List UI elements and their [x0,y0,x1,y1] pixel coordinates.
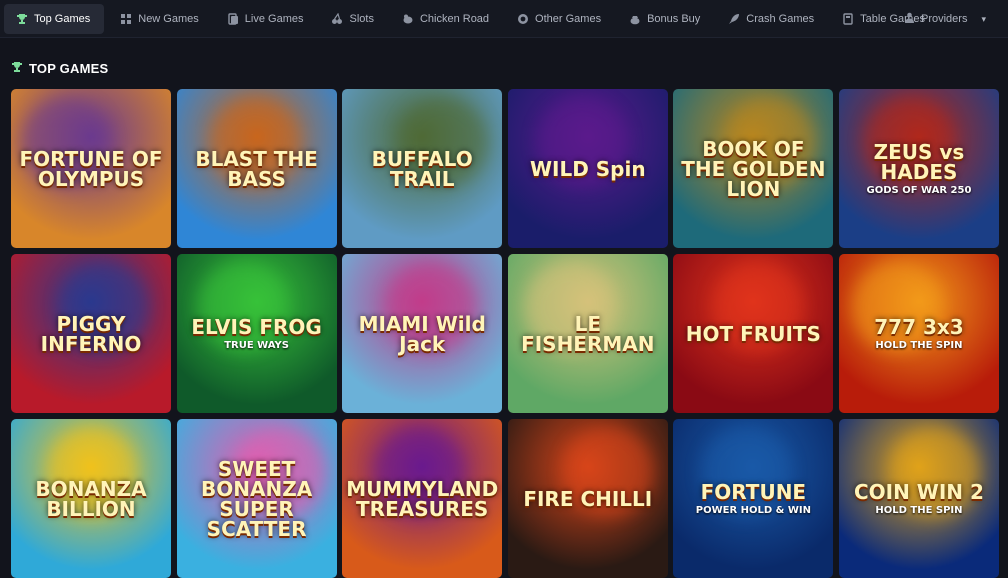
tab-chicken-road[interactable]: Chicken Road [390,4,501,34]
game-title-text: FORTUNE [700,479,807,504]
game-title: BONANZA BILLION [11,479,171,519]
game-title-text: HOT FRUITS [685,321,821,346]
game-title: ELVIS FROG TRUE WAYS [185,317,327,351]
game-card[interactable]: BONANZA BILLION [11,419,171,578]
game-title-text: MIAMI Wild Jack [358,311,486,356]
game-card[interactable]: FORTUNE OF OLYMPUS [11,89,171,248]
tab-bonus-buy[interactable]: Bonus Buy [617,4,712,34]
game-card[interactable]: PIGGY INFERNO [11,254,171,413]
game-title-text: BUFFALO TRAIL [371,146,473,191]
game-title: BOOK OF THE GOLDEN LION [673,139,833,199]
section-title: TOP GAMES [11,61,108,76]
game-title-text: FIRE CHILLI [523,486,653,511]
game-subtitle: TRUE WAYS [224,339,289,351]
game-title: FORTUNE POWER HOLD & WIN [690,482,817,516]
game-title: BLAST THE BASS [177,149,337,189]
game-title-text: ZEUS vs HADES [873,139,965,184]
game-subtitle: GODS OF WAR 250 [866,184,972,196]
game-title-text: BLAST THE BASS [195,146,318,191]
tab-label: Live Games [244,12,304,25]
cherry-icon [331,12,343,25]
tab-label: Chicken Road [419,12,490,25]
rocket-icon [728,13,740,25]
game-card[interactable]: 777 3x3 HOLD THE SPIN [838,254,999,413]
game-title: FIRE CHILLI [517,489,658,509]
tab-slots[interactable]: Slots [319,4,385,34]
tab-top-games[interactable]: Top Games [4,3,105,34]
game-card[interactable]: LE FISHERMAN [507,254,668,413]
game-card[interactable]: FIRE CHILLI [507,419,668,578]
game-card[interactable]: COIN WIN 2 HOLD THE SPIN [838,419,999,578]
game-title: WILD Spin [524,159,652,179]
game-subtitle: POWER HOLD & WIN [695,504,811,516]
game-title: ZEUS vs HADES GODS OF WAR 250 [839,142,999,196]
tab-other-games[interactable]: Other Games [505,4,613,34]
game-title: 777 3x3 HOLD THE SPIN [868,317,969,351]
game-card[interactable]: ZEUS vs HADES GODS OF WAR 250 [838,89,999,248]
tab-label: Slots [349,12,374,25]
game-title: HOT FRUITS [680,324,827,344]
game-title-text: PIGGY INFERNO [40,311,142,356]
game-card[interactable]: MUMMYLAND TREASURES [342,419,503,578]
game-title-text: BONANZA BILLION [35,476,147,521]
game-title-text: BOOK OF THE GOLDEN LION [681,136,826,201]
game-title-text: MUMMYLAND TREASURES [346,476,499,521]
game-title: LE FISHERMAN [508,314,668,354]
game-title: PIGGY INFERNO [11,314,171,354]
cards-icon [227,12,239,25]
game-title: SWEET BONANZA SUPER SCATTER [177,459,337,539]
tab-label: Top Games [34,12,91,25]
trophy-icon [11,61,23,76]
coin-icon [517,13,529,25]
game-card[interactable]: BUFFALO TRAIL [342,89,503,248]
game-card[interactable]: HOT FRUITS [673,254,834,413]
section-title-text: TOP GAMES [29,61,109,76]
games-grid: FORTUNE OF OLYMPUS BLAST THE BASS BUFFALO … [11,89,999,578]
bag-icon [629,13,641,25]
game-title-text: FORTUNE OF OLYMPUS [19,146,163,191]
category-nav: Top Games New Games Live Games Slots Chicken… [0,0,1008,38]
tab-label: Crash Games [746,12,815,25]
game-card[interactable]: WILD Spin [507,89,668,248]
tab-label: Bonus Buy [647,12,701,25]
game-title: MIAMI Wild Jack [342,314,502,354]
game-subtitle: HOLD THE SPIN [875,339,963,351]
grid-icon [120,13,132,25]
tab-label: Other Games [535,12,602,25]
trophy-icon [16,13,28,25]
game-card[interactable]: BLAST THE BASS [176,89,337,248]
tab-live-games[interactable]: Live Games [215,4,316,34]
game-title-text: COIN WIN 2 [853,479,984,504]
game-title-text: SWEET BONANZA SUPER SCATTER [201,456,313,541]
game-title: COIN WIN 2 HOLD THE SPIN [848,482,990,516]
table-icon [842,12,854,25]
chevron-down-icon: ▾ [981,13,986,24]
game-title-text: ELVIS FROG [191,314,322,339]
game-title: BUFFALO TRAIL [342,149,502,189]
game-title-text: WILD Spin [529,156,646,181]
tab-label: New Games [138,12,199,25]
game-subtitle: HOLD THE SPIN [875,504,963,516]
game-card[interactable]: SWEET BONANZA SUPER SCATTER [176,419,337,578]
game-card[interactable]: BOOK OF THE GOLDEN LION [673,89,834,248]
tab-crash-games[interactable]: Crash Games [716,4,826,34]
chicken-icon [402,13,414,25]
providers-dropdown[interactable]: Providers ▾ [890,4,1000,34]
providers-label: Providers [921,13,968,25]
providers-icon [904,12,915,26]
game-card[interactable]: MIAMI Wild Jack [342,254,503,413]
game-title: MUMMYLAND TREASURES [342,479,502,519]
game-card[interactable]: ELVIS FROG TRUE WAYS [176,254,337,413]
game-card[interactable]: FORTUNE POWER HOLD & WIN [673,419,834,578]
game-title-text: LE FISHERMAN [521,311,655,356]
game-title-text: 777 3x3 [874,314,964,339]
game-title: FORTUNE OF OLYMPUS [11,149,171,189]
tab-new-games[interactable]: New Games [108,4,211,34]
